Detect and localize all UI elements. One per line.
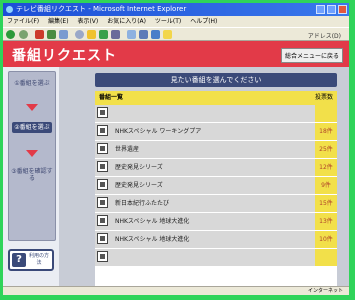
program-title[interactable]: NHKスペシャル 地球大進化 [115, 216, 189, 225]
step-arrow-icon [26, 104, 38, 111]
program-thumbnail-icon [97, 161, 108, 172]
menu-tools[interactable]: ツール(T) [155, 18, 181, 25]
close-icon[interactable] [338, 5, 347, 14]
list-item[interactable]: NHKスペシャル 地球大進化 10件 [95, 231, 337, 249]
menu-file[interactable]: ファイル(F) [7, 18, 39, 25]
list-item[interactable]: NHKスペシャル ワーキングプア 18件 [95, 123, 337, 141]
list-header: 番組一覧 投票数 [95, 91, 337, 105]
title-bar: テレビ番組リクエスト - Microsoft Internet Explorer [3, 3, 349, 16]
print-icon[interactable] [139, 30, 148, 39]
program-thumbnail-icon [97, 197, 108, 208]
program-title[interactable]: 歴史発見シリーズ [115, 180, 163, 189]
program-selection-panel: 見たい番組を選んでください 番組一覧 投票数 NHKスペシャル ワーキングプア … [59, 67, 349, 286]
step-arrow-icon [26, 150, 38, 157]
status-bar: インターネット [3, 286, 349, 295]
program-list: 番組一覧 投票数 NHKスペシャル ワーキングプア 18件 世界遺産 25件 歴… [95, 91, 337, 286]
list-item[interactable] [95, 105, 337, 123]
forward-icon[interactable] [19, 30, 28, 39]
window-title: テレビ番組リクエスト - Microsoft Internet Explorer [16, 5, 187, 13]
vote-count [315, 249, 337, 266]
list-item[interactable] [95, 249, 337, 267]
vote-count: 12件 [315, 159, 337, 176]
program-thumbnail-icon [97, 125, 108, 136]
list-header-title: 番組一覧 [99, 94, 124, 101]
maximize-icon[interactable] [327, 5, 336, 14]
selection-prompt: 見たい番組を選んでください [95, 73, 337, 87]
program-thumbnail-icon [97, 107, 108, 118]
step-2-label: ②番組を選ぶ [12, 122, 52, 133]
vote-count: 15件 [315, 195, 337, 212]
list-item[interactable]: 新日本紀行ふたたび 15件 [95, 195, 337, 213]
program-thumbnail-icon [97, 215, 108, 226]
step-indicator: ①番組を選ぶ ②番組を選ぶ ③番組を確認する [8, 71, 56, 241]
program-thumbnail-icon [97, 179, 108, 190]
program-thumbnail-icon [97, 233, 108, 244]
vote-count: 9件 [315, 177, 337, 194]
program-title[interactable]: NHKスペシャル 地球大進化 [115, 234, 189, 243]
list-header-count: 投票数 [314, 94, 333, 101]
program-thumbnail-icon [97, 143, 108, 154]
vote-count: 13件 [315, 213, 337, 230]
program-title[interactable]: 歴史発見シリーズ [115, 162, 163, 171]
menu-bar: ファイル(F) 編集(E) 表示(V) お気に入り(A) ツール(T) ヘルプ(… [3, 16, 349, 27]
help-icon: ? [12, 253, 26, 267]
back-icon[interactable] [6, 30, 15, 39]
vote-count: 10件 [315, 231, 337, 248]
security-zone: インターネット [307, 288, 343, 294]
browser-window: テレビ番組リクエスト - Microsoft Internet Explorer… [3, 3, 349, 295]
menu-help[interactable]: ヘルプ(H) [190, 18, 217, 25]
program-thumbnail-icon [97, 251, 108, 262]
toolbar: アドレス(D) [3, 27, 349, 41]
edit-icon[interactable] [151, 30, 160, 39]
home-icon[interactable] [59, 30, 68, 39]
main-menu-button[interactable]: 総合メニューに戻る [280, 48, 343, 63]
program-title[interactable]: NHKスペシャル ワーキングプア [115, 126, 201, 135]
ie-logo-icon [6, 6, 13, 13]
program-title[interactable]: 世界遺産 [115, 144, 139, 153]
media-icon[interactable] [99, 30, 108, 39]
list-item[interactable]: 世界遺産 25件 [95, 141, 337, 159]
mail-icon[interactable] [127, 30, 136, 39]
list-item[interactable]: 歴史発見シリーズ 12件 [95, 159, 337, 177]
vote-count: 25件 [315, 141, 337, 158]
help-button[interactable]: ? 利用の方法 [8, 249, 54, 271]
step-sidebar: ①番組を選ぶ ②番組を選ぶ ③番組を確認する ? 利用の方法 [3, 67, 59, 286]
vote-count: 18件 [315, 123, 337, 140]
page-title: 番組リクエスト [12, 48, 117, 64]
menu-edit[interactable]: 編集(E) [48, 18, 68, 25]
list-item[interactable]: NHKスペシャル 地球大進化 13件 [95, 213, 337, 231]
menu-favorites[interactable]: お気に入り(A) [107, 18, 146, 25]
step-1-label: ①番組を選ぶ [14, 80, 50, 87]
page-banner: 番組リクエスト 総合メニューに戻る [3, 41, 349, 67]
minimize-icon[interactable] [316, 5, 325, 14]
vote-count [315, 105, 337, 122]
page-content: 番組リクエスト 総合メニューに戻る ①番組を選ぶ ②番組を選ぶ ③番組を確認する… [3, 41, 349, 286]
search-icon[interactable] [75, 30, 84, 39]
help-label: 利用の方法 [28, 253, 49, 266]
menu-view[interactable]: 表示(V) [77, 18, 98, 25]
refresh-icon[interactable] [47, 30, 56, 39]
folder-icon[interactable] [163, 30, 172, 39]
favorites-star-icon[interactable] [87, 30, 96, 39]
program-title[interactable]: 新日本紀行ふたたび [115, 198, 169, 207]
address-label: アドレス(D) [307, 33, 341, 40]
step-3-label: ③番組を確認する [11, 168, 53, 182]
history-icon[interactable] [111, 30, 120, 39]
list-item[interactable]: 歴史発見シリーズ 9件 [95, 177, 337, 195]
stop-icon[interactable] [35, 30, 44, 39]
